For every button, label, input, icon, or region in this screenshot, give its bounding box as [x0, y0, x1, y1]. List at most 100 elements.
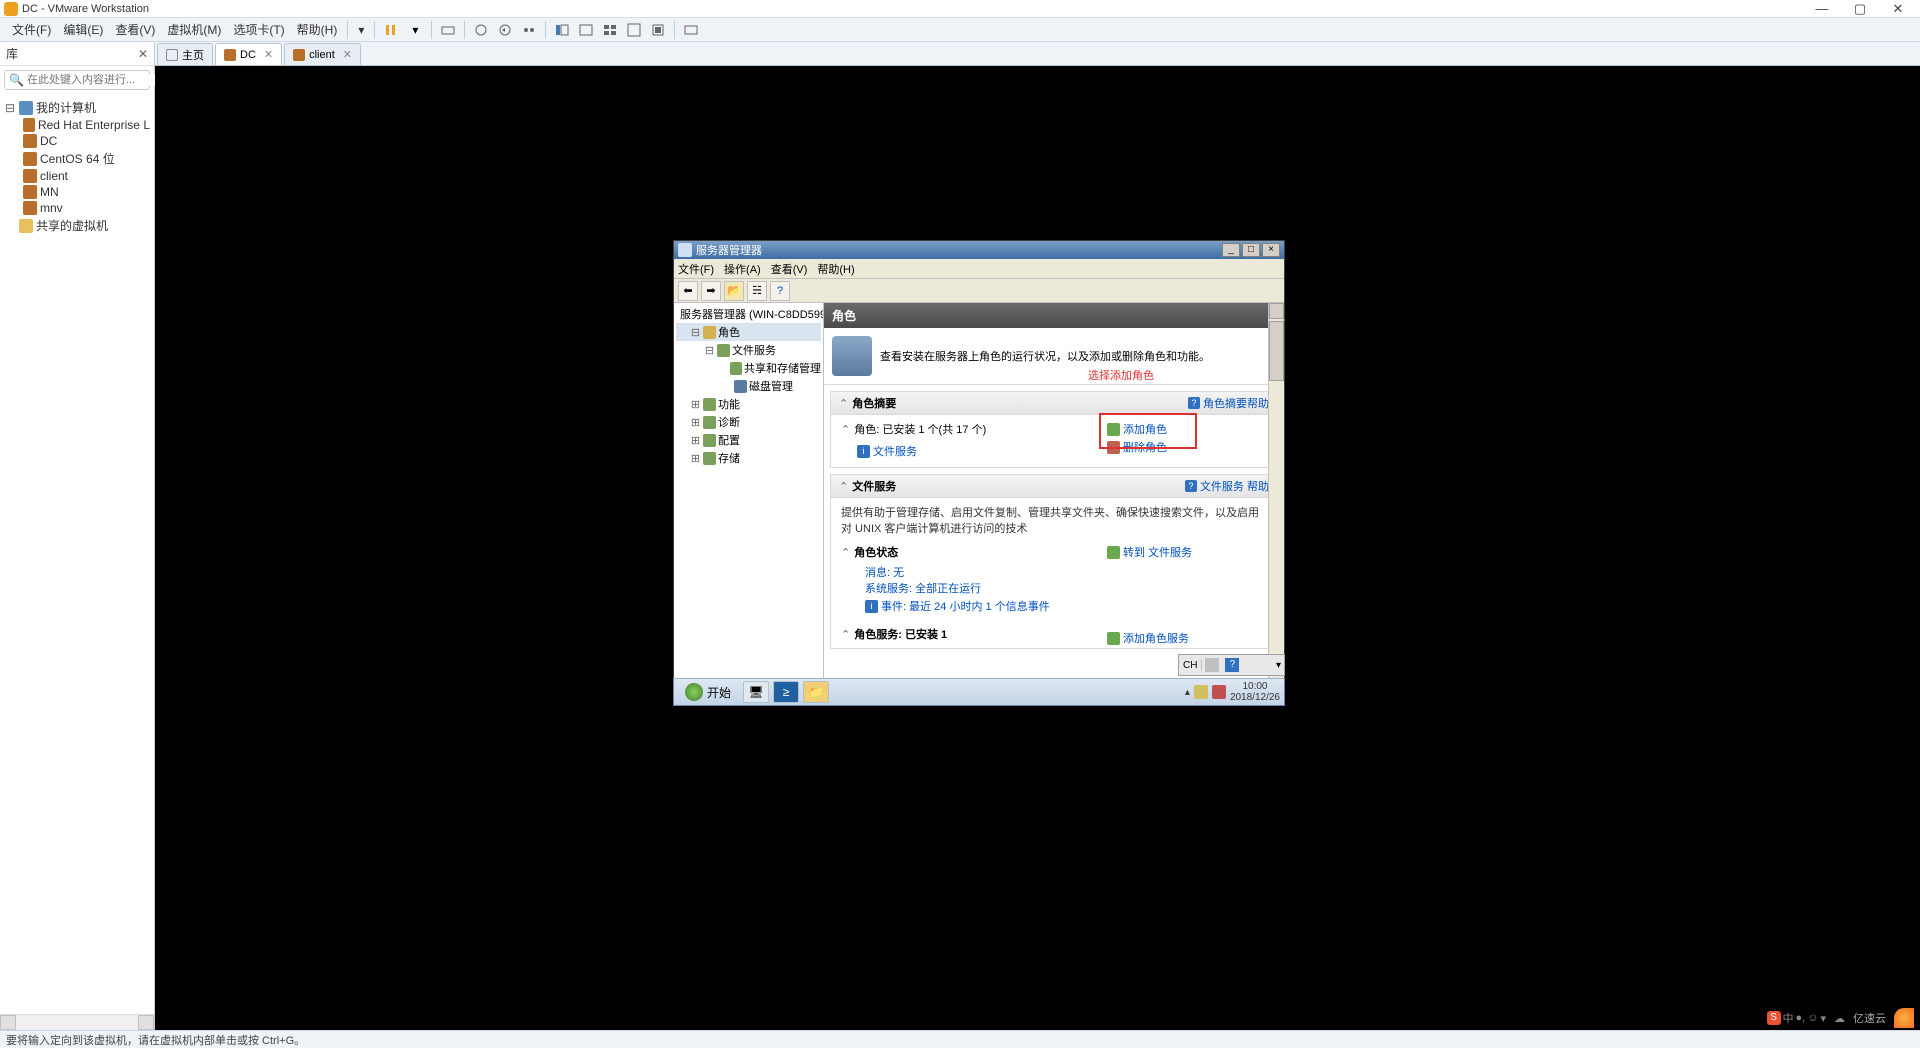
statusbar: 要将输入定向到该虚拟机，请在虚拟机内部单击或按 Ctrl+G。 — [0, 1030, 1920, 1048]
tree-root-mycomputer[interactable]: ⊟我的计算机 — [2, 98, 152, 117]
role-services-title: 角色服务: 已安装 1 — [854, 626, 947, 642]
tree-vm-rhel[interactable]: Red Hat Enterprise L — [2, 117, 152, 133]
gtree-features[interactable]: ⊞功能 — [676, 395, 821, 413]
back-icon[interactable]: ⬅ — [678, 281, 698, 301]
guest-menu-help[interactable]: 帮助(H) — [817, 261, 854, 277]
guest-menu-view[interactable]: 查看(V) — [771, 261, 808, 277]
gtree-disk-mgmt[interactable]: 磁盘管理 — [676, 377, 821, 395]
taskbar-powershell-icon[interactable]: ≥ — [773, 681, 799, 703]
help-icon[interactable]: ? — [770, 281, 790, 301]
tray-clock[interactable]: 10:00 2018/12/26 — [1230, 681, 1280, 703]
role-summary-help-link[interactable]: ?角色摘要帮助 — [1188, 395, 1269, 411]
tree-vm-mn[interactable]: MN — [2, 184, 152, 200]
menu-vm[interactable]: 虚拟机(M) — [161, 19, 227, 40]
pause-icon[interactable] — [381, 20, 401, 40]
collapse-icon[interactable]: ⌃ — [841, 546, 850, 559]
tab-close-icon[interactable]: ✕ — [343, 48, 352, 61]
status-msg: 消息: 无 — [865, 564, 1267, 580]
tray-flag-icon[interactable] — [1194, 685, 1208, 699]
sidebar-close-icon[interactable]: ✕ — [138, 47, 148, 61]
tree-vm-client[interactable]: client — [2, 168, 152, 184]
guest-minimize-button[interactable]: _ — [1222, 243, 1240, 257]
gtree-file-service[interactable]: ⊟文件服务 — [676, 341, 821, 359]
gtree-storage[interactable]: ⊞存储 — [676, 449, 821, 467]
tree-vm-dc[interactable]: DC — [2, 133, 152, 149]
lang-help-icon[interactable]: ? — [1225, 658, 1239, 672]
gtree-roles[interactable]: ⊟角色 — [676, 323, 821, 341]
menu-help[interactable]: 帮助(H) — [291, 19, 344, 40]
properties-icon[interactable]: ☵ — [747, 281, 767, 301]
start-button[interactable]: 开始 — [677, 681, 739, 703]
guest-scrollbar[interactable] — [1268, 303, 1284, 679]
power-dropdown-icon[interactable]: ▾ — [405, 20, 425, 40]
layout-thumbnail-icon[interactable] — [600, 20, 620, 40]
tab-client[interactable]: client✕ — [284, 43, 361, 65]
menu-tabs[interactable]: 选项卡(T) — [227, 19, 290, 40]
roles-intro: 查看安装在服务器上角色的运行状况，以及添加或删除角色和功能。 — [824, 328, 1284, 385]
tab-close-icon[interactable]: ✕ — [264, 48, 273, 61]
vm-tabbar: 主页 DC✕ client✕ — [155, 42, 1920, 66]
sogou-ime-widget[interactable]: S 中 ●, ☺ ▾ — [1767, 1010, 1826, 1026]
guest-menu-file[interactable]: 文件(F) — [678, 261, 714, 277]
taskbar-server-manager-icon[interactable]: 🖥 — [743, 681, 769, 703]
toolbar-dropdown[interactable]: ▾ — [352, 21, 370, 39]
tree-vm-centos[interactable]: CentOS 64 位 — [2, 149, 152, 168]
up-icon[interactable]: 📂 — [724, 281, 744, 301]
sogou-dropdown-icon[interactable]: ▾ — [1820, 1012, 1826, 1025]
guest-titlebar[interactable]: 服务器管理器 _ □ × — [674, 241, 1284, 259]
layout-sidebar-icon[interactable] — [552, 20, 572, 40]
tray-expand-icon[interactable]: ▴ — [1185, 687, 1190, 698]
guest-menu-action[interactable]: 操作(A) — [724, 261, 761, 277]
tab-home[interactable]: 主页 — [157, 43, 213, 65]
taskbar-explorer-icon[interactable]: 📁 — [803, 681, 829, 703]
tray-network-icon[interactable] — [1212, 685, 1226, 699]
add-role-link[interactable]: 添加角色 — [1107, 421, 1267, 437]
send-cad-icon[interactable] — [438, 20, 458, 40]
layout-console-icon[interactable] — [576, 20, 596, 40]
fullscreen-icon[interactable] — [624, 20, 644, 40]
menu-view[interactable]: 查看(V) — [109, 19, 161, 40]
tree-shared-vms[interactable]: 共享的虚拟机 — [2, 216, 152, 235]
remove-role-link[interactable]: 删除角色 — [1107, 439, 1267, 455]
status-events-link[interactable]: i事件: 最近 24 小时内 1 个信息事件 — [865, 598, 1267, 614]
maximize-button[interactable]: ▢ — [1850, 1, 1870, 17]
gtree-diagnostics[interactable]: ⊞诊断 — [676, 413, 821, 431]
sidebar-search[interactable]: 🔍 ▾ — [4, 70, 150, 90]
file-service-help-link[interactable]: ?文件服务 帮助 — [1185, 478, 1269, 494]
search-input[interactable] — [27, 74, 169, 86]
collapse-icon[interactable]: ⌃ — [841, 628, 850, 641]
lang-ch-button[interactable]: CH — [1179, 660, 1202, 671]
snapshot-revert-icon[interactable] — [495, 20, 515, 40]
scroll-up-button[interactable] — [1269, 303, 1284, 319]
vm-console[interactable]: 主页 DC✕ client✕ 服务器管理器 _ □ × 文件(F) 操作(A) … — [155, 42, 1920, 1030]
snapshot-manager-icon[interactable] — [519, 20, 539, 40]
add-role-service-link[interactable]: 添加角色服务 — [1107, 630, 1267, 646]
lang-options-icon[interactable]: ▾ — [1273, 660, 1284, 671]
tree-vm-mnv[interactable]: mnv — [2, 200, 152, 216]
guest-language-bar[interactable]: CH ? ▾ — [1178, 654, 1285, 676]
collapse-icon[interactable]: ⌃ — [839, 480, 848, 493]
snapshot-icon[interactable] — [471, 20, 491, 40]
goto-file-service-link[interactable]: 转到 文件服务 — [1107, 544, 1267, 560]
menu-edit[interactable]: 编辑(E) — [57, 19, 109, 40]
tab-dc[interactable]: DC✕ — [215, 43, 282, 65]
scroll-thumb[interactable] — [1269, 321, 1284, 381]
gtree-config[interactable]: ⊞配置 — [676, 431, 821, 449]
collapse-icon[interactable]: ⌃ — [839, 397, 848, 410]
separator — [545, 21, 546, 39]
minimize-button[interactable]: — — [1812, 1, 1832, 17]
collapse-icon[interactable]: ⌃ — [841, 423, 850, 436]
keyboard-icon[interactable] — [1205, 658, 1219, 672]
gtree-share-storage[interactable]: 共享和存储管理 — [676, 359, 821, 377]
guest-maximize-button[interactable]: □ — [1242, 243, 1260, 257]
separator — [347, 21, 348, 39]
unity-icon[interactable] — [648, 20, 668, 40]
gtree-root[interactable]: 服务器管理器 (WIN-C8DD599EJC — [676, 305, 821, 323]
window-title: DC - VMware Workstation — [22, 3, 149, 15]
close-button[interactable]: ✕ — [1888, 1, 1908, 17]
guest-close-button[interactable]: × — [1262, 243, 1280, 257]
forward-icon[interactable]: ➡ — [701, 281, 721, 301]
sidebar-hscroll[interactable] — [0, 1014, 154, 1030]
menu-file[interactable]: 文件(F) — [6, 19, 57, 40]
stretch-icon[interactable] — [681, 20, 701, 40]
